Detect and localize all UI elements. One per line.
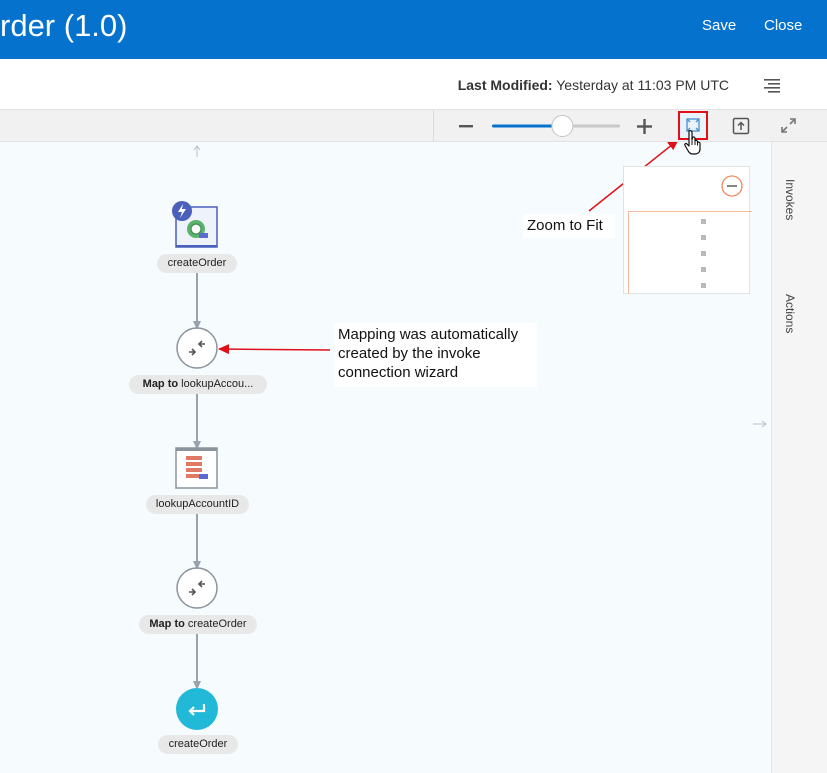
mapping-note-line: connection wizard xyxy=(338,364,459,381)
scroll-right-hint xyxy=(753,420,767,428)
save-button[interactable]: Save xyxy=(702,17,736,34)
node-label-return[interactable]: createOrder xyxy=(158,735,238,754)
minimap-panel[interactable] xyxy=(623,166,752,294)
minimap-nodes xyxy=(701,219,706,288)
header-bar: rder (1.0) Save Close xyxy=(0,0,827,59)
mapping-annotation-arrow xyxy=(218,344,331,355)
slider-knob xyxy=(551,115,574,137)
plus-icon[interactable] xyxy=(636,118,653,135)
integration-canvas-screen: rder (1.0) Save Close Last Modified: Yes… xyxy=(0,0,827,773)
node-label-map-bold: Map to xyxy=(142,378,179,390)
scroll-up-hint xyxy=(193,145,201,157)
zoom-slider[interactable] xyxy=(490,114,622,138)
node-label-map-create[interactable]: Map to createOrder xyxy=(139,615,257,634)
node-label-map-rest: createOrder xyxy=(184,618,247,630)
side-palette: Invokes Actions xyxy=(771,142,827,773)
minus-icon[interactable] xyxy=(458,118,474,134)
zoom-annotation: Zoom to Fit xyxy=(523,214,615,238)
expand-icon[interactable] xyxy=(780,117,797,134)
node-label-trigger[interactable]: createOrder xyxy=(157,254,237,273)
last-modified-label: Last Modified: xyxy=(457,77,553,93)
invoke-node[interactable] xyxy=(175,447,218,489)
tab-invokes[interactable]: Invokes xyxy=(783,179,797,220)
hand-cursor-icon xyxy=(684,130,701,155)
mapping-annotation: Mapping was automatically created by the… xyxy=(334,323,537,387)
export-image-icon[interactable] xyxy=(732,117,750,135)
last-modified: Last Modified: Yesterday at 11:03 PM UTC xyxy=(458,77,729,93)
minimap-viewport[interactable] xyxy=(628,211,752,294)
mapping-note-line: created by the invoke xyxy=(338,345,481,362)
page-title: rder (1.0) xyxy=(0,8,128,43)
node-label-map-lookup[interactable]: Map to lookupAccou... xyxy=(129,375,267,394)
mapping-note-line: Mapping was automatically xyxy=(338,326,519,343)
last-modified-value: Yesterday at 11:03 PM UTC xyxy=(556,77,729,93)
map-node[interactable] xyxy=(176,327,218,369)
node-label-map-rest: lookupAccou... xyxy=(178,378,254,390)
node-label-invoke[interactable]: lookupAccountID xyxy=(146,495,249,514)
node-label-map-bold: Map to xyxy=(149,618,185,630)
map-node[interactable] xyxy=(176,567,218,609)
tab-actions[interactable]: Actions xyxy=(783,294,797,333)
info-bar: Last Modified: Yesterday at 11:03 PM UTC xyxy=(0,59,827,110)
trigger-node[interactable] xyxy=(172,201,218,248)
return-node[interactable] xyxy=(176,688,218,730)
hamburger-menu-icon[interactable] xyxy=(763,76,781,94)
collapse-minimap-icon[interactable] xyxy=(721,175,743,197)
close-button[interactable]: Close xyxy=(764,17,802,34)
